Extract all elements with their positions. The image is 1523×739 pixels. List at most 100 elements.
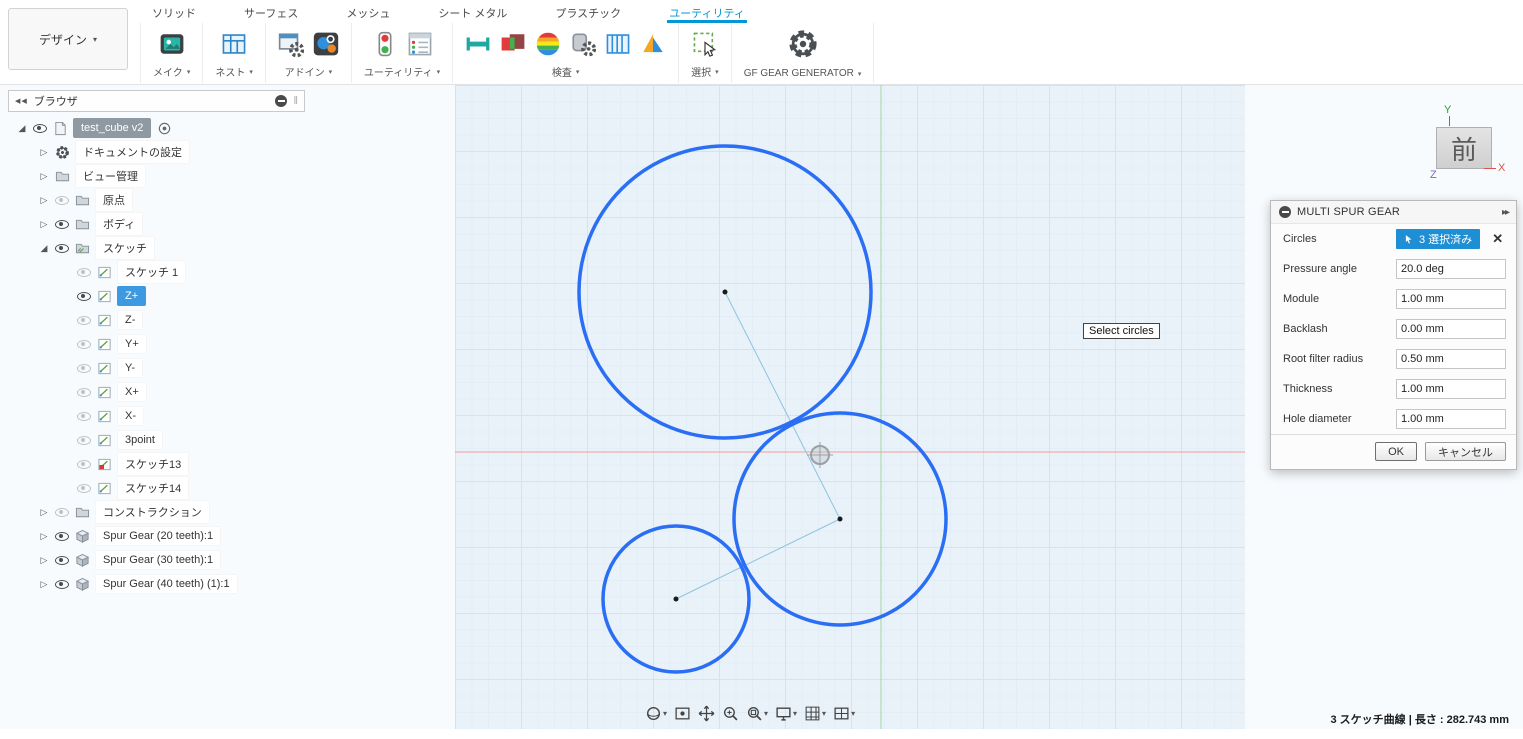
section-analysis-icon[interactable]	[605, 31, 631, 57]
tree-row[interactable]: ▷ドキュメントの設定	[36, 140, 328, 164]
visibility-toggle-icon[interactable]	[52, 532, 72, 541]
visibility-toggle-icon[interactable]	[52, 196, 72, 205]
expand-arrow-icon[interactable]: ◢	[14, 123, 30, 134]
view-cube[interactable]: Y 前 Z X	[1420, 103, 1520, 193]
measure-icon[interactable]	[465, 31, 491, 57]
tab-メッシュ[interactable]: メッシュ	[344, 1, 392, 23]
module-input[interactable]	[1396, 289, 1506, 309]
cancel-button[interactable]: キャンセル	[1425, 442, 1506, 461]
display-settings-button[interactable]: ▾	[775, 705, 797, 722]
expand-arrow-icon[interactable]: ◢	[36, 243, 52, 254]
tree-row[interactable]: スケッチ13	[74, 452, 328, 476]
visibility-toggle-icon[interactable]	[74, 364, 94, 373]
tree-row[interactable]: スケッチ 1	[74, 260, 328, 284]
tree-row[interactable]: ▷コンストラクション	[36, 500, 328, 524]
toolbar-group-dropdown[interactable]: ユーティリティ▾	[364, 64, 440, 79]
expand-arrow-icon[interactable]: ▷	[36, 171, 52, 182]
nest-icon[interactable]	[221, 31, 247, 57]
viewcube-front-face[interactable]: 前	[1436, 127, 1492, 169]
tree-row[interactable]: ▷原点	[36, 188, 328, 212]
tab-シート メタル[interactable]: シート メタル	[436, 1, 509, 23]
visibility-toggle-icon[interactable]	[52, 220, 72, 229]
tab-プラスチック[interactable]: プラスチック	[553, 1, 623, 23]
workspace-switcher-button[interactable]: デザイン ▾	[8, 8, 128, 70]
dialog-titlebar[interactable]: MULTI SPUR GEAR ▸▸	[1271, 201, 1516, 224]
tree-row[interactable]: スケッチ14	[74, 476, 328, 500]
zoom-button[interactable]	[722, 705, 739, 722]
toolbar-group-dropdown[interactable]: GF GEAR GENERATOR▾	[744, 68, 862, 79]
visibility-toggle-icon[interactable]	[74, 436, 94, 445]
expand-arrow-icon[interactable]: ▷	[36, 219, 52, 230]
activate-component-icon[interactable]	[157, 121, 172, 136]
expand-arrow-icon[interactable]: ▷	[36, 555, 52, 566]
visibility-toggle-icon[interactable]	[74, 412, 94, 421]
collapse-panel-icon[interactable]: ◀◀	[15, 97, 28, 105]
tree-row[interactable]: Y-	[74, 356, 328, 380]
tree-row[interactable]: Z+	[74, 284, 328, 308]
toolbar-group-dropdown[interactable]: ネスト▾	[215, 64, 253, 79]
browser-panel-header[interactable]: ◀◀ ブラウザ ‖	[8, 90, 305, 112]
interference-icon[interactable]	[500, 31, 526, 57]
visibility-toggle-icon[interactable]	[74, 316, 94, 325]
tree-row[interactable]: X-	[74, 404, 328, 428]
orbit-button[interactable]: ▾	[645, 705, 667, 722]
traffic-light-icon[interactable]	[372, 31, 398, 57]
gear-icon[interactable]	[787, 28, 819, 60]
visibility-toggle-icon[interactable]	[52, 508, 72, 517]
dialog-expand-icon[interactable]: ▸▸	[1502, 207, 1508, 218]
visibility-toggle-icon[interactable]	[30, 124, 50, 133]
visibility-toggle-icon[interactable]	[74, 340, 94, 349]
tree-row[interactable]: X+	[74, 380, 328, 404]
make-icon[interactable]	[159, 31, 185, 57]
thickness-input[interactable]	[1396, 379, 1506, 399]
panel-grip-icon[interactable]: ‖	[293, 95, 298, 107]
visibility-toggle-icon[interactable]	[74, 484, 94, 493]
toolbar-group-dropdown[interactable]: 選択▾	[691, 64, 719, 79]
parameter-table-icon[interactable]	[407, 31, 433, 57]
select-icon[interactable]	[692, 31, 718, 57]
addin-scripts-icon[interactable]	[313, 31, 339, 57]
viewport-canvas[interactable]: ◀◀ ブラウザ ‖ ◢test_cube v2▷ドキュメントの設定▷ビュー管理▷…	[0, 85, 1523, 739]
pressure-angle-input[interactable]	[1396, 259, 1506, 279]
look-at-button[interactable]	[674, 705, 691, 722]
root-filter-radius-input[interactable]	[1396, 349, 1506, 369]
visibility-toggle-icon[interactable]	[52, 244, 72, 253]
backlash-input[interactable]	[1396, 319, 1506, 339]
tab-ユーティリティ[interactable]: ユーティリティ	[667, 1, 747, 23]
tree-row[interactable]: Z-	[74, 308, 328, 332]
visibility-toggle-icon[interactable]	[74, 292, 94, 301]
tree-row[interactable]: ▷Spur Gear (20 teeth):1	[36, 524, 328, 548]
tab-サーフェス[interactable]: サーフェス	[242, 1, 300, 23]
pan-button[interactable]	[698, 705, 715, 722]
expand-arrow-icon[interactable]: ▷	[36, 579, 52, 590]
dialog-handle-icon[interactable]	[1279, 206, 1291, 218]
clear-selection-icon[interactable]: ✕	[1492, 231, 1503, 247]
toolbar-group-dropdown[interactable]: 検査▾	[552, 64, 580, 79]
addin-window-icon[interactable]	[278, 31, 304, 57]
tab-ソリッド[interactable]: ソリッド	[150, 1, 198, 23]
toolbar-group-dropdown[interactable]: メイク▾	[153, 64, 190, 79]
tree-row[interactable]: Y+	[74, 332, 328, 356]
toolbar-group-dropdown[interactable]: アドイン▾	[285, 64, 333, 79]
visibility-toggle-icon[interactable]	[74, 460, 94, 469]
tree-row[interactable]: ▷ボディ	[36, 212, 328, 236]
grid-button[interactable]: ▾	[804, 705, 826, 722]
expand-arrow-icon[interactable]: ▷	[36, 195, 52, 206]
panel-minus-icon[interactable]	[275, 95, 287, 107]
hole-diameter-input[interactable]	[1396, 409, 1506, 429]
visibility-toggle-icon[interactable]	[74, 268, 94, 277]
tree-row[interactable]: ◢test_cube v2	[14, 116, 328, 140]
expand-arrow-icon[interactable]: ▷	[36, 531, 52, 542]
circles-selection-button[interactable]: 3 選択済み	[1396, 229, 1480, 249]
tree-row[interactable]: ▷ビュー管理	[36, 164, 328, 188]
expand-arrow-icon[interactable]: ▷	[36, 507, 52, 518]
visibility-toggle-icon[interactable]	[52, 580, 72, 589]
curvature-sphere-icon[interactable]	[535, 31, 561, 57]
fit-button[interactable]: ▾	[746, 705, 768, 722]
thermal-gear-icon[interactable]	[570, 31, 596, 57]
tree-row[interactable]: ▷Spur Gear (30 teeth):1	[36, 548, 328, 572]
visibility-toggle-icon[interactable]	[74, 388, 94, 397]
expand-arrow-icon[interactable]: ▷	[36, 147, 52, 158]
tree-row[interactable]: ◢スケッチ	[36, 236, 328, 260]
viewports-button[interactable]: ▾	[833, 705, 855, 722]
